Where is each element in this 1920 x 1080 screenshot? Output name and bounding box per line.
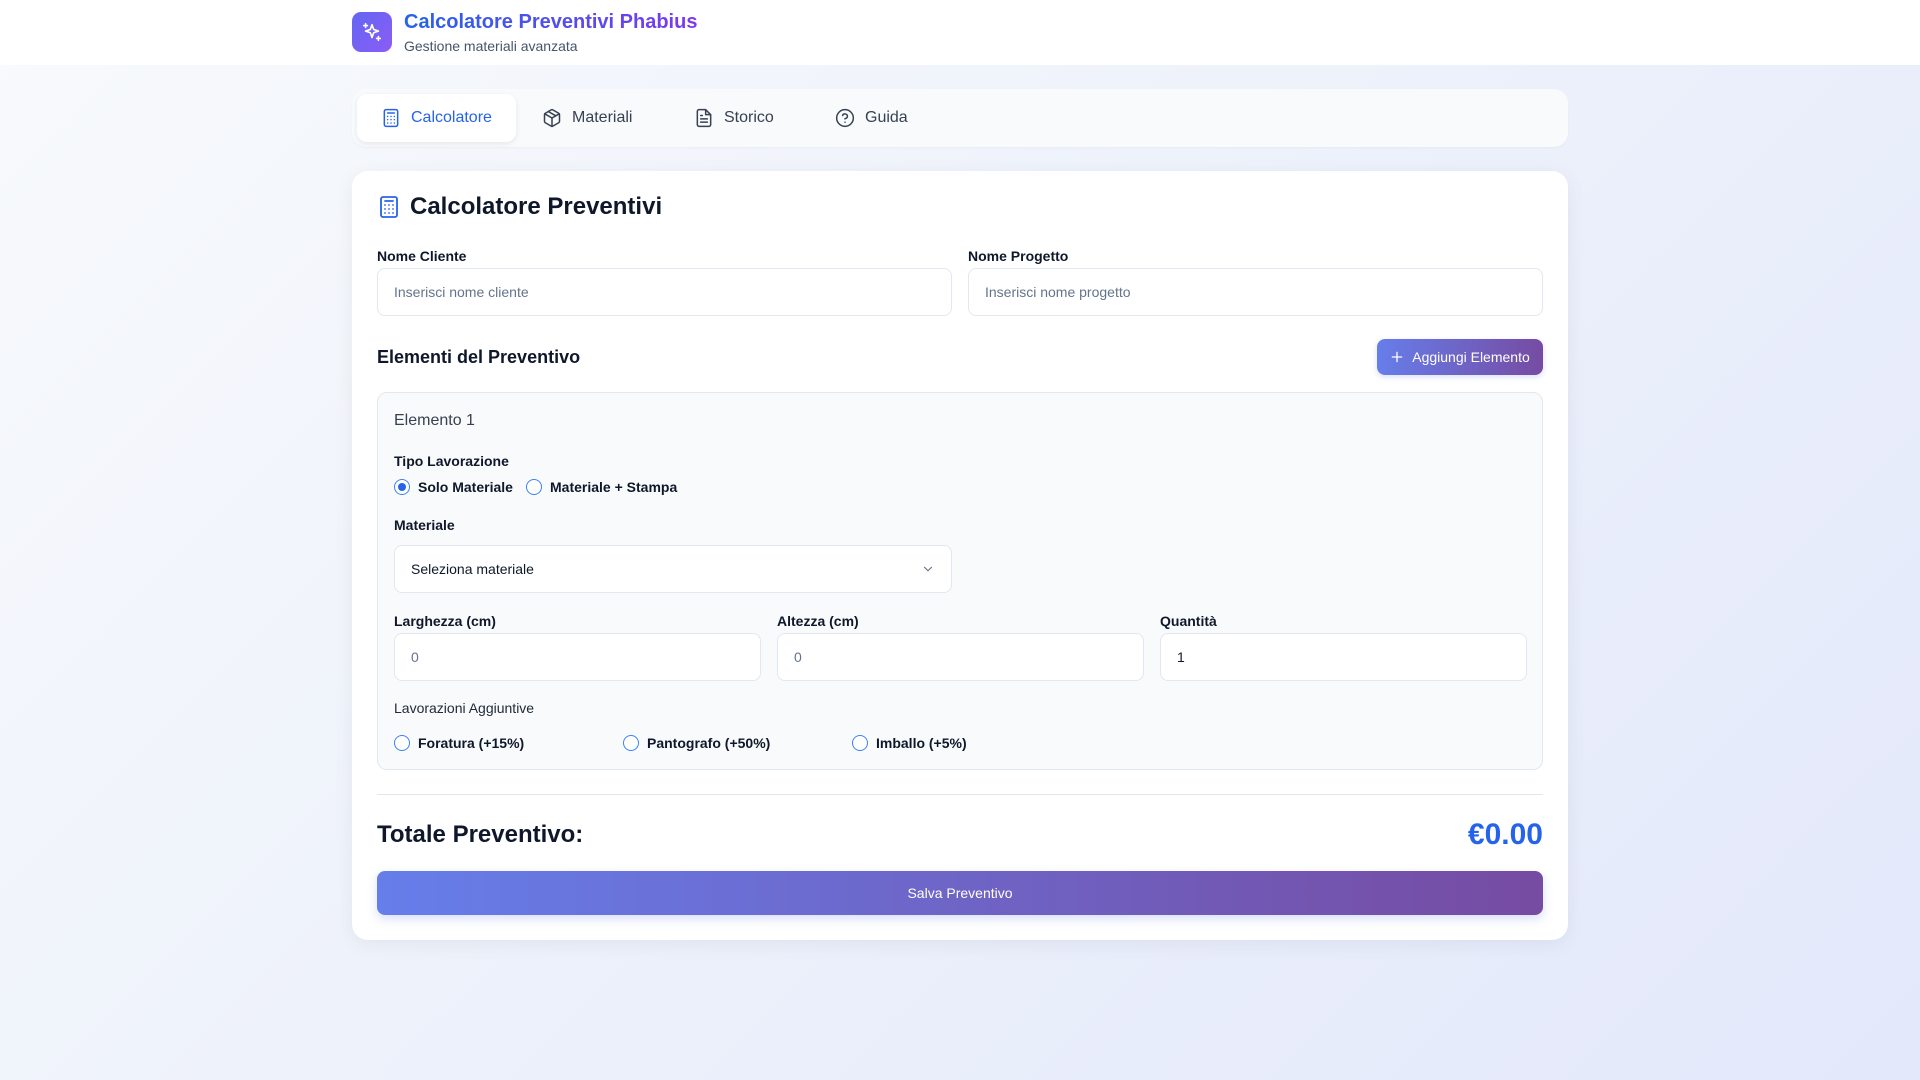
extra-label: Imballo (+5%)	[876, 735, 967, 751]
tab-storico[interactable]: Storico	[670, 94, 798, 142]
chevron-down-icon	[923, 566, 933, 572]
radio-unchecked-icon	[623, 735, 639, 751]
page-title: Calcolatore Preventivi	[377, 193, 662, 221]
radio-materiale-stampa[interactable]: Materiale + Stampa	[526, 479, 677, 495]
app-header: Calcolatore Preventivi Phabius Gestione …	[0, 0, 1920, 65]
items-section-title: Elementi del Preventivo	[377, 347, 581, 367]
tab-label: Calcolatore	[411, 109, 492, 126]
quote-element: Elemento 1 Tipo Lavorazione Solo Materia…	[377, 392, 1543, 770]
height-label: Altezza (cm)	[777, 613, 859, 629]
height-input[interactable]	[777, 633, 1144, 681]
extra-imballo[interactable]: Imballo (+5%)	[852, 735, 967, 751]
calculator-card: Calcolatore Preventivi Nome Cliente Nome…	[352, 171, 1568, 940]
tab-calcolatore[interactable]: Calcolatore	[357, 94, 516, 142]
quantity-input[interactable]	[1160, 633, 1527, 681]
radio-unchecked-icon	[852, 735, 868, 751]
project-name-label: Nome Progetto	[968, 248, 1069, 264]
radio-label: Materiale + Stampa	[550, 479, 678, 495]
help-circle-icon	[835, 108, 855, 128]
file-text-icon	[696, 108, 712, 128]
extra-foratura[interactable]: Foratura (+15%)	[394, 735, 524, 751]
calculator-icon	[383, 108, 399, 128]
material-select[interactable]: Seleziona materiale	[394, 545, 952, 593]
client-name-input[interactable]	[377, 268, 952, 316]
element-title: Elemento 1	[394, 412, 475, 429]
add-element-label: Aggiungi Elemento	[1412, 349, 1530, 365]
extra-pantografo[interactable]: Pantografo (+50%)	[623, 735, 770, 751]
main-tabs: Calcolatore Materiali Storico Guida	[352, 89, 1568, 147]
tab-materiali[interactable]: Materiali	[518, 94, 656, 142]
radio-unchecked-icon	[526, 479, 542, 495]
plus-icon	[1391, 351, 1403, 363]
radio-checked-icon	[394, 479, 410, 495]
material-label: Materiale	[394, 517, 455, 533]
radio-label: Solo Materiale	[418, 479, 513, 495]
work-type-label: Tipo Lavorazione	[394, 453, 509, 469]
extra-label: Foratura (+15%)	[418, 735, 525, 751]
radio-solo-materiale[interactable]: Solo Materiale	[394, 479, 513, 495]
app-logo	[352, 12, 392, 52]
sparkles-icon	[362, 22, 382, 42]
extras-label: Lavorazioni Aggiuntive	[394, 700, 535, 716]
calculator-icon	[380, 196, 398, 218]
material-select-value: Seleziona materiale	[411, 561, 534, 577]
divider	[377, 794, 1543, 795]
tab-label: Materiali	[572, 109, 633, 126]
add-element-button[interactable]: Aggiungi Elemento	[1377, 339, 1543, 375]
save-quote-button[interactable]: Salva Preventivo	[377, 871, 1543, 915]
width-input[interactable]	[394, 633, 761, 681]
total-label: Totale Preventivo:	[377, 821, 584, 848]
project-name-input[interactable]	[968, 268, 1543, 316]
tab-label: Guida	[865, 109, 908, 126]
radio-unchecked-icon	[394, 735, 410, 751]
client-name-label: Nome Cliente	[377, 248, 467, 264]
tab-label: Storico	[724, 109, 774, 126]
extra-label: Pantografo (+50%)	[647, 735, 771, 751]
package-icon	[543, 108, 561, 128]
quantity-label: Quantità	[1160, 613, 1217, 629]
tab-guida[interactable]: Guida	[811, 94, 932, 142]
app-subtitle: Gestione materiali avanzata	[404, 38, 578, 54]
width-label: Larghezza (cm)	[394, 613, 496, 629]
page-title-text: Calcolatore Preventivi	[410, 193, 663, 220]
total-value: €0.00	[1467, 818, 1543, 851]
app-title: Calcolatore Preventivi Phabius	[404, 11, 698, 33]
